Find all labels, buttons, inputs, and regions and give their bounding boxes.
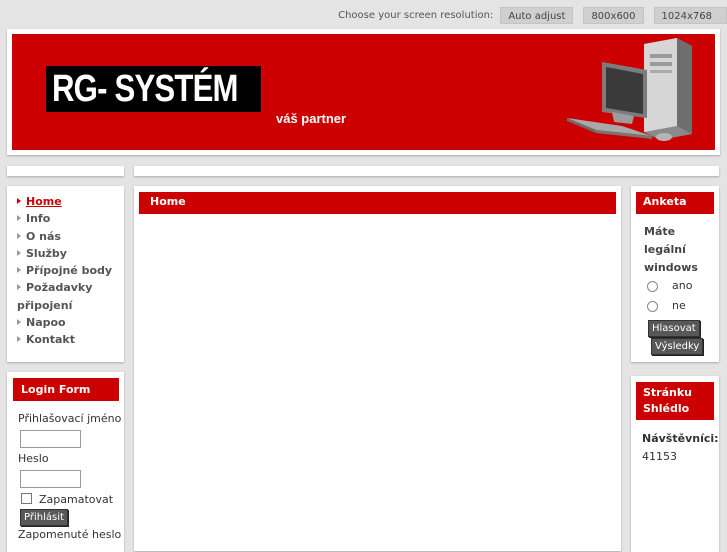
poll-question: Máte legální windows [644, 225, 698, 274]
arrow-right-icon [17, 336, 21, 343]
arrow-right-icon [17, 232, 21, 239]
menu-item-o-nas[interactable]: O nás [7, 228, 124, 245]
resolution-800-button[interactable]: 800x600 [583, 6, 644, 24]
poll-option-ano-label: ano [672, 279, 693, 292]
site-slogan: váš partner [276, 111, 347, 126]
remember-checkbox[interactable] [21, 493, 32, 504]
poll-results-button[interactable]: Výsledky [651, 338, 704, 355]
resolution-1024-button[interactable]: 1024x768 [653, 6, 727, 24]
arrow-right-icon [17, 198, 21, 204]
menu-item-sluzby[interactable]: Služby [7, 245, 124, 262]
username-input[interactable] [20, 430, 81, 448]
header-banner: RG- SYSTÉM váš partner [12, 34, 715, 150]
resolution-bar: Choose your screen resolution: Auto adju… [338, 6, 727, 24]
menu-item-pripojne-body[interactable]: Přípojné body [7, 262, 124, 279]
password-input[interactable] [20, 470, 81, 488]
poll-title: Anketa [636, 192, 714, 214]
menu-item-pozadavky-line2[interactable]: připojení [7, 297, 124, 314]
visits-label: Návštěvníci: [642, 432, 719, 445]
content-title: Home [139, 192, 616, 214]
menu-item-home[interactable]: Home [7, 193, 124, 210]
poll-option-ne-label: ne [672, 299, 686, 312]
arrow-right-icon [17, 267, 21, 274]
password-label: Heslo [18, 452, 49, 465]
login-title: Login Form [13, 378, 119, 401]
username-label: Přihlašovací jméno [18, 412, 122, 425]
arrow-right-icon [17, 249, 21, 256]
computer-icon [567, 38, 692, 141]
remember-label: Zapamatovat [39, 493, 114, 506]
main-menu-panel: Home Info O nás Služby Přípojné body Pož… [7, 186, 124, 362]
resolution-auto-button[interactable]: Auto adjust [500, 6, 574, 24]
poll-vote-button[interactable]: Hlasovat [648, 320, 700, 337]
site-header: RG- SYSTÉM váš partner [7, 29, 720, 155]
visits-panel: Stránku Shlédlo Návštěvníci: 41153 [631, 376, 719, 552]
poll-panel: Anketa Máte legální windows ano ne Hlaso… [631, 186, 719, 362]
arrow-right-icon [17, 319, 21, 326]
visits-count: 41153 [642, 450, 677, 463]
visits-title: Stránku Shlédlo [636, 382, 714, 420]
left-separator-bar [7, 166, 124, 176]
login-button[interactable]: Přihlásit [20, 509, 68, 526]
forgot-password-link[interactable]: Zapomenuté heslo [18, 528, 121, 541]
arrow-right-icon [17, 284, 21, 291]
poll-option-ne-radio[interactable] [647, 301, 658, 312]
login-panel: Login Form Přihlašovací jméno Heslo Zapa… [7, 372, 124, 552]
menu-item-napoo[interactable]: Napoo [7, 314, 124, 331]
resolution-label: Choose your screen resolution: [338, 9, 494, 21]
menu-item-pozadavky[interactable]: Požadavky [7, 279, 124, 296]
poll-option-ano-radio[interactable] [647, 281, 658, 292]
menu-item-kontakt[interactable]: Kontakt [7, 331, 124, 348]
right-separator-bar [134, 166, 719, 176]
site-logo[interactable]: RG- SYSTÉM [52, 68, 239, 111]
main-menu: Home Info O nás Služby Přípojné body Pož… [7, 186, 124, 349]
menu-item-info[interactable]: Info [7, 210, 124, 227]
content-panel: Home [134, 186, 621, 551]
arrow-right-icon [17, 215, 21, 222]
